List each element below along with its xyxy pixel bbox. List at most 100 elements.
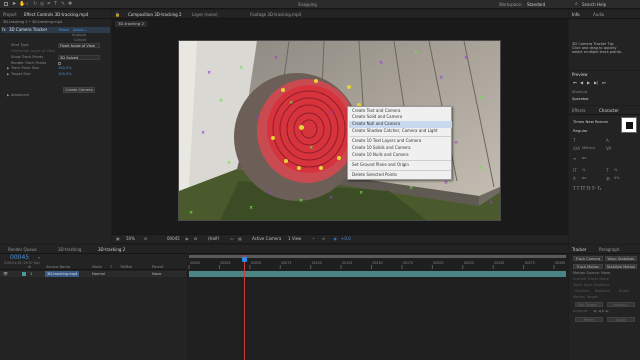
workspace-select[interactable]: Standard (527, 2, 545, 7)
layer-mode[interactable]: Normal (92, 271, 105, 277)
lock-icon[interactable]: 🔒 (115, 11, 120, 18)
track-point[interactable]: × (274, 56, 278, 61)
zoom-select[interactable]: 50% (126, 236, 135, 242)
last-frame-icon[interactable]: ⏭ (602, 80, 606, 86)
expand-arrow-icon[interactable]: ▶ (7, 66, 9, 71)
track-point[interactable]: × (379, 61, 383, 66)
faux-styles-row[interactable]: T T TT Tt T¹ T₁ (573, 186, 601, 191)
track-point[interactable]: × (479, 96, 483, 101)
layer-row[interactable]: 👁 1 3D-tracking.mp4 Normal None (0, 271, 186, 277)
layer-parent[interactable]: None (152, 271, 161, 277)
track-point[interactable]: × (329, 111, 333, 116)
scale-checkbox[interactable]: Scale (619, 289, 629, 294)
menu-delete-selected-points[interactable]: Delete Selected Points (352, 172, 397, 178)
tab-effect-controls[interactable]: Effect Controls 3D-tracking.mp4 (24, 11, 88, 18)
zoom-tool-icon[interactable]: ⌕ (26, 2, 29, 7)
menu-create-shadow-catcher[interactable]: Create Shadow Catcher, Camera and Light (352, 128, 438, 134)
edit-target-button[interactable]: Edit Target... (575, 302, 603, 307)
tab-audio[interactable]: Audio (593, 11, 604, 18)
shortcut-select[interactable]: Spacebar (572, 97, 589, 102)
home-icon[interactable] (4, 2, 8, 6)
track-point[interactable] (337, 156, 341, 160)
track-point[interactable]: × (329, 196, 333, 201)
track-point[interactable]: × (309, 146, 313, 151)
previous-frame-icon[interactable]: ◀ (580, 80, 583, 86)
track-point[interactable]: × (207, 71, 211, 76)
tsume-label[interactable]: 0% (614, 176, 620, 181)
tab-info[interactable]: Info (572, 11, 580, 18)
track-point[interactable]: × (249, 206, 253, 211)
search-icon[interactable]: ⌕ (38, 255, 40, 260)
horizontal-scale-label[interactable]: % (614, 168, 617, 173)
roi-icon[interactable]: ▭ (230, 236, 234, 242)
resolution-select[interactable]: (Half) (208, 236, 219, 242)
metrics-label[interactable]: Metrics (582, 146, 595, 151)
track-point-size-value[interactable]: 100.0% (58, 66, 72, 71)
tab-effects[interactable]: Effects (572, 107, 586, 114)
position-checkbox[interactable]: Position (575, 289, 589, 294)
create-camera-button[interactable]: Create Camera (63, 87, 95, 93)
layer-duration-bar[interactable] (189, 271, 566, 277)
snapping-label[interactable]: Snapping (298, 2, 317, 7)
hand-tool-icon[interactable]: ✋ (19, 2, 25, 7)
options-button[interactable]: Options... (607, 302, 635, 307)
current-timecode[interactable]: 00045 (10, 254, 29, 261)
menu-create-10-solids[interactable]: Create 10 Solids and Camera (352, 145, 411, 151)
shot-type-select[interactable]: Fixed Angle of View (58, 43, 100, 48)
transparency-grid-icon[interactable]: ▦ (238, 236, 242, 242)
tab-layer[interactable]: Layer (none) (192, 11, 218, 18)
menu-create-null-and-camera[interactable]: Create Null and Camera (352, 121, 400, 127)
track-point[interactable]: × (489, 201, 493, 206)
next-frame-icon[interactable]: ▶| (594, 80, 598, 86)
target-size-value[interactable]: 100.0% (58, 72, 72, 77)
track-point[interactable] (299, 125, 304, 130)
layer-label-color[interactable] (22, 272, 26, 276)
exposure-value[interactable]: +0.0 (341, 236, 351, 242)
fx-icon[interactable]: fx (2, 27, 6, 33)
track-point[interactable]: × (189, 211, 193, 216)
tab-footage[interactable]: Footage 3D-tracking.mp4 (250, 11, 301, 18)
warp-stabilizer-button[interactable]: Warp Stabilizer (605, 256, 637, 261)
track-point[interactable]: × (479, 166, 483, 171)
timeline-track-area[interactable]: 00000 00025 00050 00075 00100 00125 00150 00175… (187, 255, 568, 360)
track-point[interactable]: × (254, 116, 258, 121)
comp-name-chip[interactable]: 3D-tracking 2 (115, 21, 147, 27)
track-point[interactable]: × (227, 161, 231, 166)
render-track-points-checkbox[interactable] (58, 62, 61, 65)
tab-comp-3d-tracking[interactable]: 3D-tracking (58, 246, 81, 253)
tab-paragraph[interactable]: Paragraph (599, 246, 620, 253)
type-tool-icon[interactable]: T (54, 2, 57, 7)
track-point[interactable] (314, 79, 318, 83)
current-track-row[interactable]: Current Track: None (573, 277, 609, 282)
rotate-tool-icon[interactable]: ↻ (33, 2, 37, 7)
selection-tool-icon[interactable]: ➤ (12, 2, 16, 7)
track-point[interactable] (347, 85, 351, 89)
track-motion-button[interactable]: Track Motion (573, 264, 603, 269)
tab-character[interactable]: Character (599, 107, 619, 114)
snapshot-icon[interactable]: ◉ (185, 236, 189, 242)
track-point[interactable]: × (219, 99, 223, 104)
track-point[interactable]: × (414, 51, 418, 56)
expand-arrow-icon[interactable]: ▶ (7, 93, 9, 98)
pen-tool-icon[interactable]: ✒ (47, 2, 51, 7)
views-select[interactable]: 1 View (288, 236, 301, 242)
track-point[interactable] (271, 136, 275, 140)
track-point[interactable] (281, 88, 285, 92)
search-help-input[interactable]: Search Help (582, 2, 606, 7)
exposure-icon[interactable]: ◐ (334, 236, 338, 242)
vertical-scale-label[interactable]: % (582, 168, 585, 173)
always-preview-icon[interactable]: ▣ (116, 236, 120, 242)
color-channel-icon[interactable]: ✿ (194, 236, 197, 242)
tab-composition[interactable]: Composition 3D-tracking 2 (128, 11, 182, 18)
track-point[interactable]: × (444, 181, 448, 186)
visibility-icon[interactable]: 👁 (3, 271, 8, 277)
track-point[interactable] (284, 159, 288, 163)
menu-set-ground-plane[interactable]: Set Ground Plane and Origin (352, 162, 409, 168)
font-family-select[interactable]: Times New Roman (573, 119, 608, 124)
show-track-points-select[interactable]: 3D Solved (58, 55, 100, 60)
track-point[interactable] (297, 166, 301, 170)
track-point[interactable] (319, 166, 323, 170)
motion-source-row[interactable]: Motion Source: None (573, 271, 610, 276)
tab-comp-3d-tracking-2[interactable]: 3D-tracking 2 (98, 246, 125, 253)
flowchart-icon[interactable]: ⋔ (322, 236, 325, 242)
